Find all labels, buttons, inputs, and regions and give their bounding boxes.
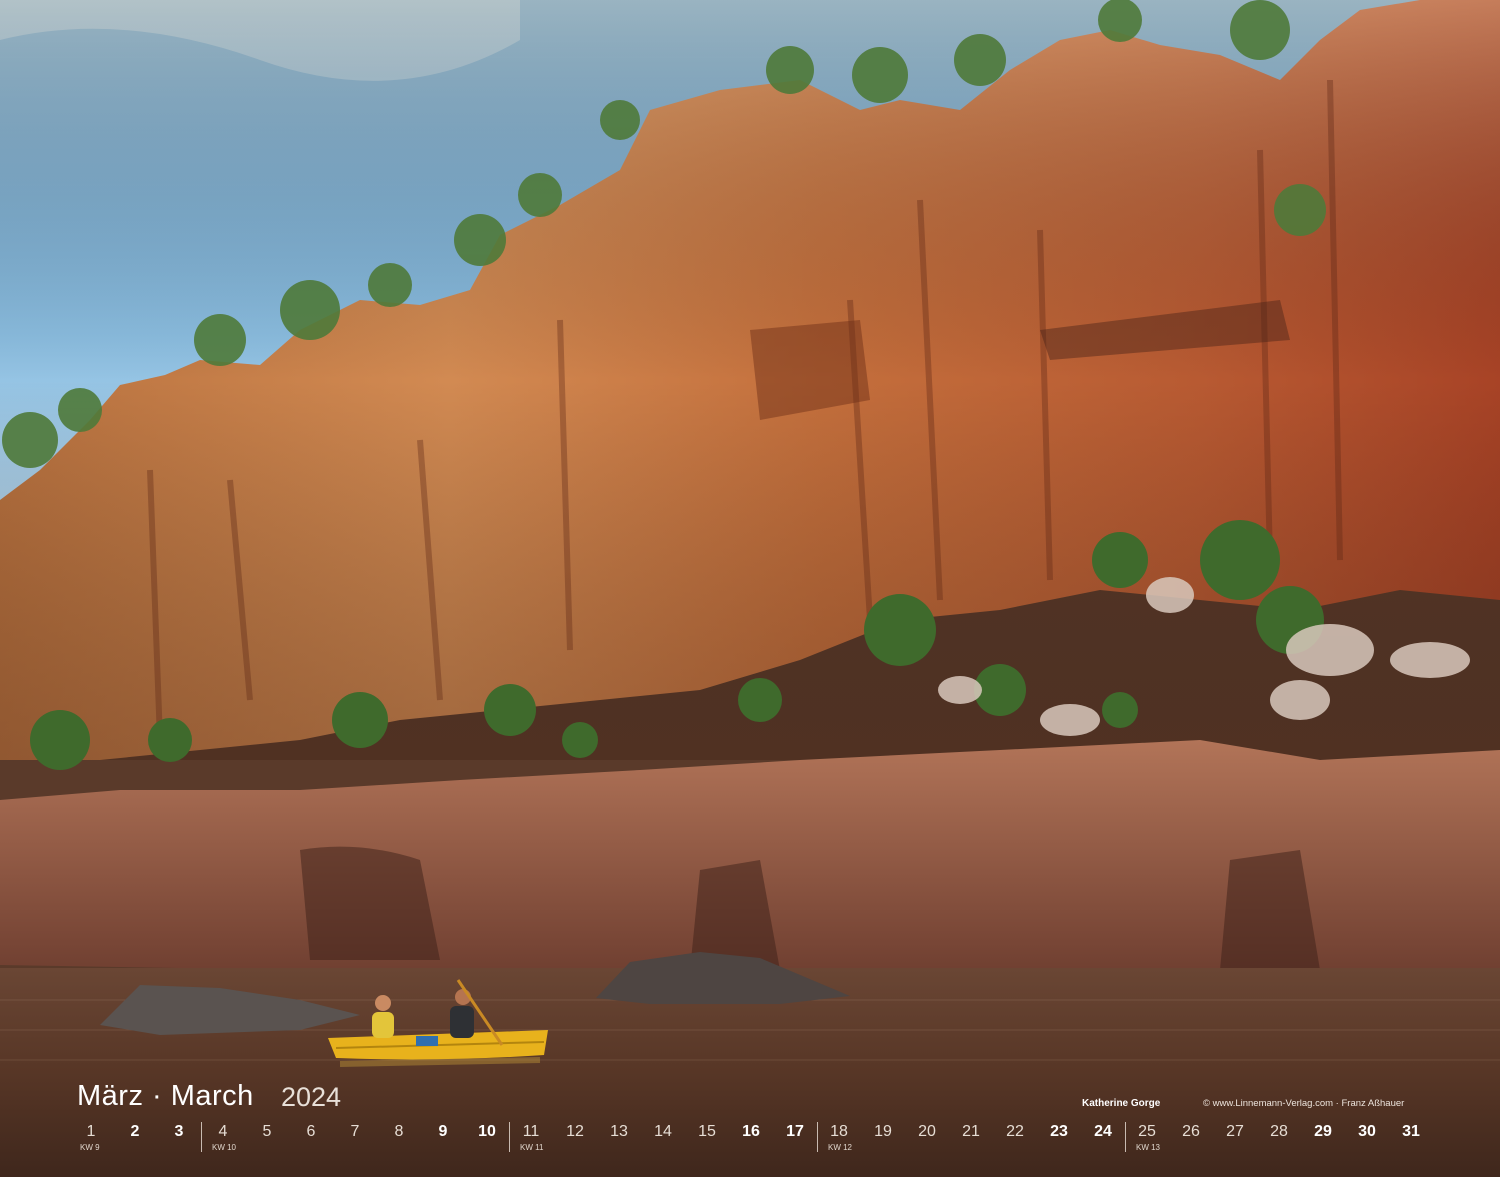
week-number: KW 10 [212, 1143, 237, 1152]
calendar-day: 14 [654, 1123, 672, 1140]
calendar-day: 17 [786, 1123, 804, 1140]
calendar-day: 20 [918, 1123, 936, 1140]
calendar-day: 26 [1182, 1123, 1200, 1140]
calendar-day: 30 [1358, 1123, 1376, 1140]
calendar-month: März · March [77, 1080, 254, 1112]
calendar-day: 31 [1402, 1123, 1420, 1140]
calendar-day: 4 [218, 1123, 228, 1140]
calendar-year: 2024 [281, 1082, 342, 1112]
week-separator [1125, 1122, 1126, 1152]
calendar-day: 13 [610, 1123, 628, 1140]
calendar-day: 25 [1138, 1123, 1156, 1140]
photo-credit: © www.Linnemann-Verlag.com · Franz Aßhau… [1203, 1098, 1405, 1109]
calendar-day: 12 [566, 1123, 584, 1140]
calendar-day: 9 [438, 1123, 448, 1140]
calendar-day: 5 [262, 1123, 272, 1140]
calendar-day: 29 [1314, 1123, 1332, 1140]
calendar-day: 8 [394, 1123, 404, 1140]
week-number: KW 13 [1136, 1143, 1161, 1152]
week-number: KW 11 [520, 1143, 544, 1152]
week-separator [509, 1122, 510, 1152]
photo-location: Katherine Gorge [1082, 1098, 1161, 1109]
calendar-day: 2 [130, 1123, 140, 1140]
week-separator [201, 1122, 202, 1152]
calendar-day: 16 [742, 1123, 760, 1140]
calendar-day: 18 [830, 1123, 848, 1140]
calendar-day: 28 [1270, 1123, 1288, 1140]
week-number: KW 12 [828, 1143, 853, 1152]
calendar-day: 1 [86, 1123, 96, 1140]
calendar-day: 27 [1226, 1123, 1244, 1140]
calendar-day: 24 [1094, 1123, 1112, 1140]
week-separator [817, 1122, 818, 1152]
calendar-day: 21 [962, 1123, 980, 1140]
calendar-day: 19 [874, 1123, 892, 1140]
calendar-day: 6 [306, 1123, 316, 1140]
calendar-day: 15 [698, 1123, 716, 1140]
calendar-day: 11 [522, 1123, 540, 1140]
calendar-day: 23 [1050, 1123, 1068, 1140]
week-number: KW 9 [80, 1143, 100, 1152]
calendar-day: 22 [1006, 1123, 1024, 1140]
gorge-photo [0, 0, 1500, 1177]
calendar-day: 7 [350, 1123, 360, 1140]
calendar-day: 10 [478, 1123, 496, 1140]
calendar-day: 3 [174, 1123, 184, 1140]
